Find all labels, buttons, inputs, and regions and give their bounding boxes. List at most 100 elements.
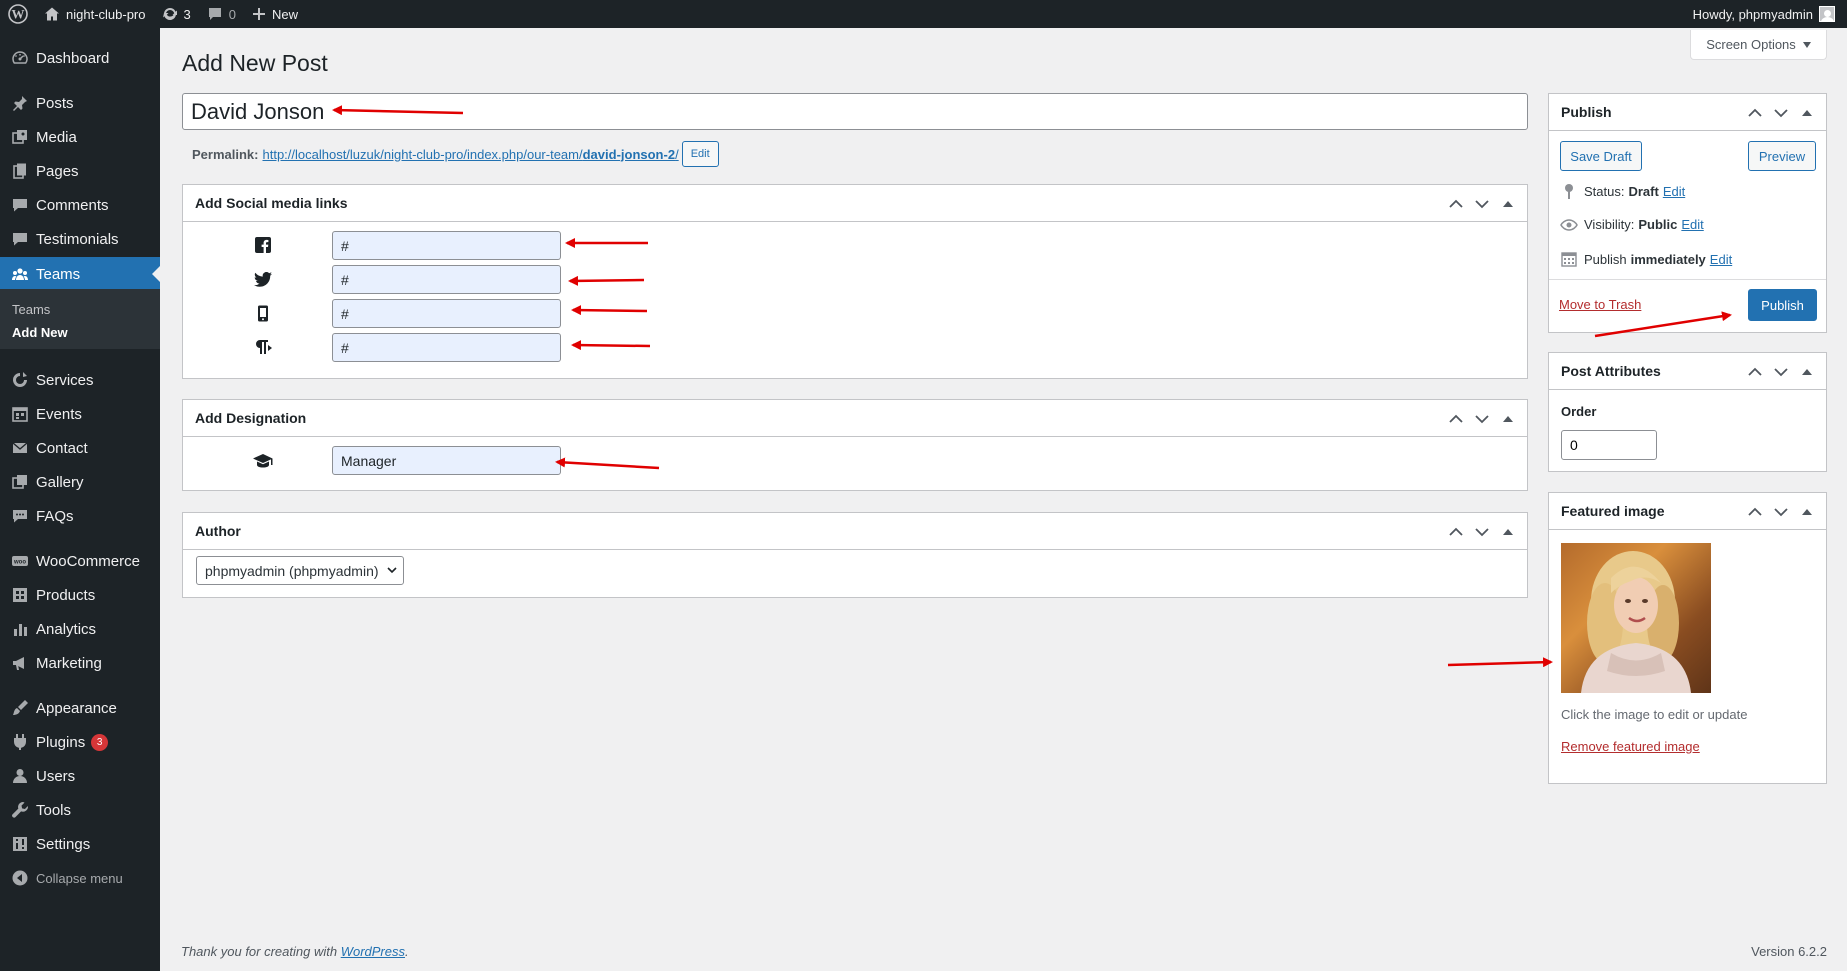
comments-icon — [0, 196, 36, 214]
menu-item-analytics[interactable]: Analytics — [0, 612, 160, 646]
publish-time-edit-link[interactable]: Edit — [1710, 252, 1732, 267]
remove-featured-image-link[interactable]: Remove featured image — [1561, 739, 1700, 754]
teams-submenu: Teams Add New — [0, 289, 160, 349]
menu-item-media[interactable]: Media — [0, 120, 160, 154]
menu-label: Appearance — [36, 699, 117, 717]
menu-item-comments[interactable]: Comments — [0, 188, 160, 222]
box-header: Publish — [1549, 94, 1826, 131]
publish-button[interactable]: Publish — [1748, 289, 1817, 321]
post-title-input[interactable] — [182, 93, 1528, 130]
move-down-icon[interactable] — [1469, 191, 1495, 217]
move-down-icon[interactable] — [1469, 406, 1495, 432]
menu-item-appearance[interactable]: Appearance — [0, 691, 160, 725]
box-title: Publish — [1561, 104, 1612, 120]
menu-item-gallery[interactable]: Gallery — [0, 465, 160, 499]
menu-item-dashboard[interactable]: Dashboard — [0, 41, 160, 75]
toggle-panel-icon[interactable] — [1495, 406, 1521, 432]
site-name-link[interactable]: night-club-pro — [36, 0, 154, 28]
submenu-item-add-new[interactable]: Add New — [12, 325, 68, 340]
menu-item-posts[interactable]: Posts — [0, 86, 160, 120]
save-draft-button[interactable]: Save Draft — [1560, 141, 1642, 171]
menu-item-tools[interactable]: Tools — [0, 793, 160, 827]
box-header: Add Designation — [183, 400, 1527, 437]
move-down-icon[interactable] — [1768, 359, 1794, 385]
new-content-link[interactable]: New — [244, 0, 306, 28]
move-to-trash-link[interactable]: Move to Trash — [1559, 297, 1641, 312]
comments-link[interactable]: 0 — [199, 0, 244, 28]
toggle-panel-icon[interactable] — [1794, 359, 1820, 385]
move-up-icon[interactable] — [1443, 406, 1469, 432]
toggle-panel-icon[interactable] — [1495, 519, 1521, 545]
designation-input[interactable] — [332, 446, 561, 475]
permalink-link[interactable]: http://localhost/luzuk/night-club-pro/in… — [262, 147, 678, 162]
menu-item-faqs[interactable]: FAQs — [0, 499, 160, 533]
move-up-icon[interactable] — [1742, 499, 1768, 525]
paragraph-icon — [252, 336, 274, 358]
menu-item-events[interactable]: Events — [0, 397, 160, 431]
move-down-icon[interactable] — [1469, 519, 1495, 545]
updates-icon — [162, 7, 177, 21]
footer-thanks: Thank you for creating with WordPress. — [181, 944, 409, 959]
move-up-icon[interactable] — [1742, 359, 1768, 385]
eye-icon — [1560, 218, 1578, 231]
menu-label: Pages — [36, 162, 79, 180]
toggle-panel-icon[interactable] — [1794, 499, 1820, 525]
box-controls — [1443, 400, 1521, 437]
mobile-url-input[interactable] — [332, 299, 561, 328]
status-edit-link[interactable]: Edit — [1663, 184, 1685, 199]
admin-bar: W night-club-pro 3 0 New Howdy, phpmyadm… — [0, 0, 1847, 28]
box-controls — [1443, 185, 1521, 222]
menu-label: Analytics — [36, 620, 97, 638]
my-account-link[interactable]: Howdy, phpmyadmin — [1685, 0, 1847, 28]
box-title: Add Designation — [195, 410, 307, 426]
screen-options-button[interactable]: Screen Options — [1690, 30, 1827, 60]
menu-label: Tools — [36, 801, 72, 819]
home-icon — [45, 7, 59, 21]
menu-item-products[interactable]: Products — [0, 578, 160, 612]
users-icon — [0, 767, 36, 785]
preview-button[interactable]: Preview — [1748, 141, 1816, 171]
box-controls — [1443, 513, 1521, 550]
menu-item-pages[interactable]: Pages — [0, 154, 160, 188]
chevron-down-icon — [386, 567, 397, 574]
site-name: night-club-pro — [66, 6, 146, 22]
submenu-item-teams[interactable]: Teams — [12, 302, 50, 317]
toggle-panel-icon[interactable] — [1794, 100, 1820, 126]
menu-item-users[interactable]: Users — [0, 759, 160, 793]
wordpress-logo-icon[interactable]: W — [0, 0, 36, 28]
menu-item-plugins[interactable]: Plugins 3 — [0, 725, 160, 759]
box-header: Add Social media links — [183, 185, 1527, 222]
menu-item-marketing[interactable]: Marketing — [0, 646, 160, 680]
menu-item-contact[interactable]: Contact — [0, 431, 160, 465]
box-controls — [1742, 493, 1820, 530]
author-select[interactable]: phpmyadmin (phpmyadmin) — [196, 556, 404, 585]
facebook-url-input[interactable] — [332, 231, 561, 260]
twitter-url-input[interactable] — [332, 265, 561, 294]
menu-item-settings[interactable]: Settings — [0, 827, 160, 861]
move-up-icon[interactable] — [1443, 519, 1469, 545]
paragraph-url-input[interactable] — [332, 333, 561, 362]
visibility-label: Visibility: — [1584, 217, 1635, 232]
wordpress-link[interactable]: WordPress — [341, 944, 405, 959]
menu-item-woocommerce[interactable]: woo WooCommerce — [0, 544, 160, 578]
toggle-panel-icon[interactable] — [1495, 191, 1521, 217]
collapse-menu-button[interactable]: Collapse menu — [0, 861, 160, 895]
menu-item-services[interactable]: Services — [0, 363, 160, 397]
menu-item-testimonials[interactable]: Testimonials — [0, 222, 160, 256]
permalink-edit-button[interactable]: Edit — [681, 141, 719, 167]
move-up-icon[interactable] — [1443, 191, 1469, 217]
move-up-icon[interactable] — [1742, 100, 1768, 126]
menu-item-teams[interactable]: Teams — [0, 257, 160, 291]
move-down-icon[interactable] — [1768, 499, 1794, 525]
updates-link[interactable]: 3 — [154, 0, 199, 28]
comment-bubble-icon — [208, 8, 221, 20]
move-down-icon[interactable] — [1768, 100, 1794, 126]
publish-time-label: Publish — [1584, 251, 1627, 267]
menu-label: Services — [36, 371, 94, 389]
featured-image-thumbnail[interactable] — [1561, 543, 1711, 693]
visibility-edit-link[interactable]: Edit — [1681, 217, 1703, 232]
order-input[interactable] — [1561, 430, 1657, 460]
status-row: Status: Draft Edit — [1560, 183, 1685, 199]
designation-box: Add Designation — [182, 399, 1528, 491]
permalink-row: Permalink: http://localhost/luzuk/night-… — [192, 141, 719, 167]
